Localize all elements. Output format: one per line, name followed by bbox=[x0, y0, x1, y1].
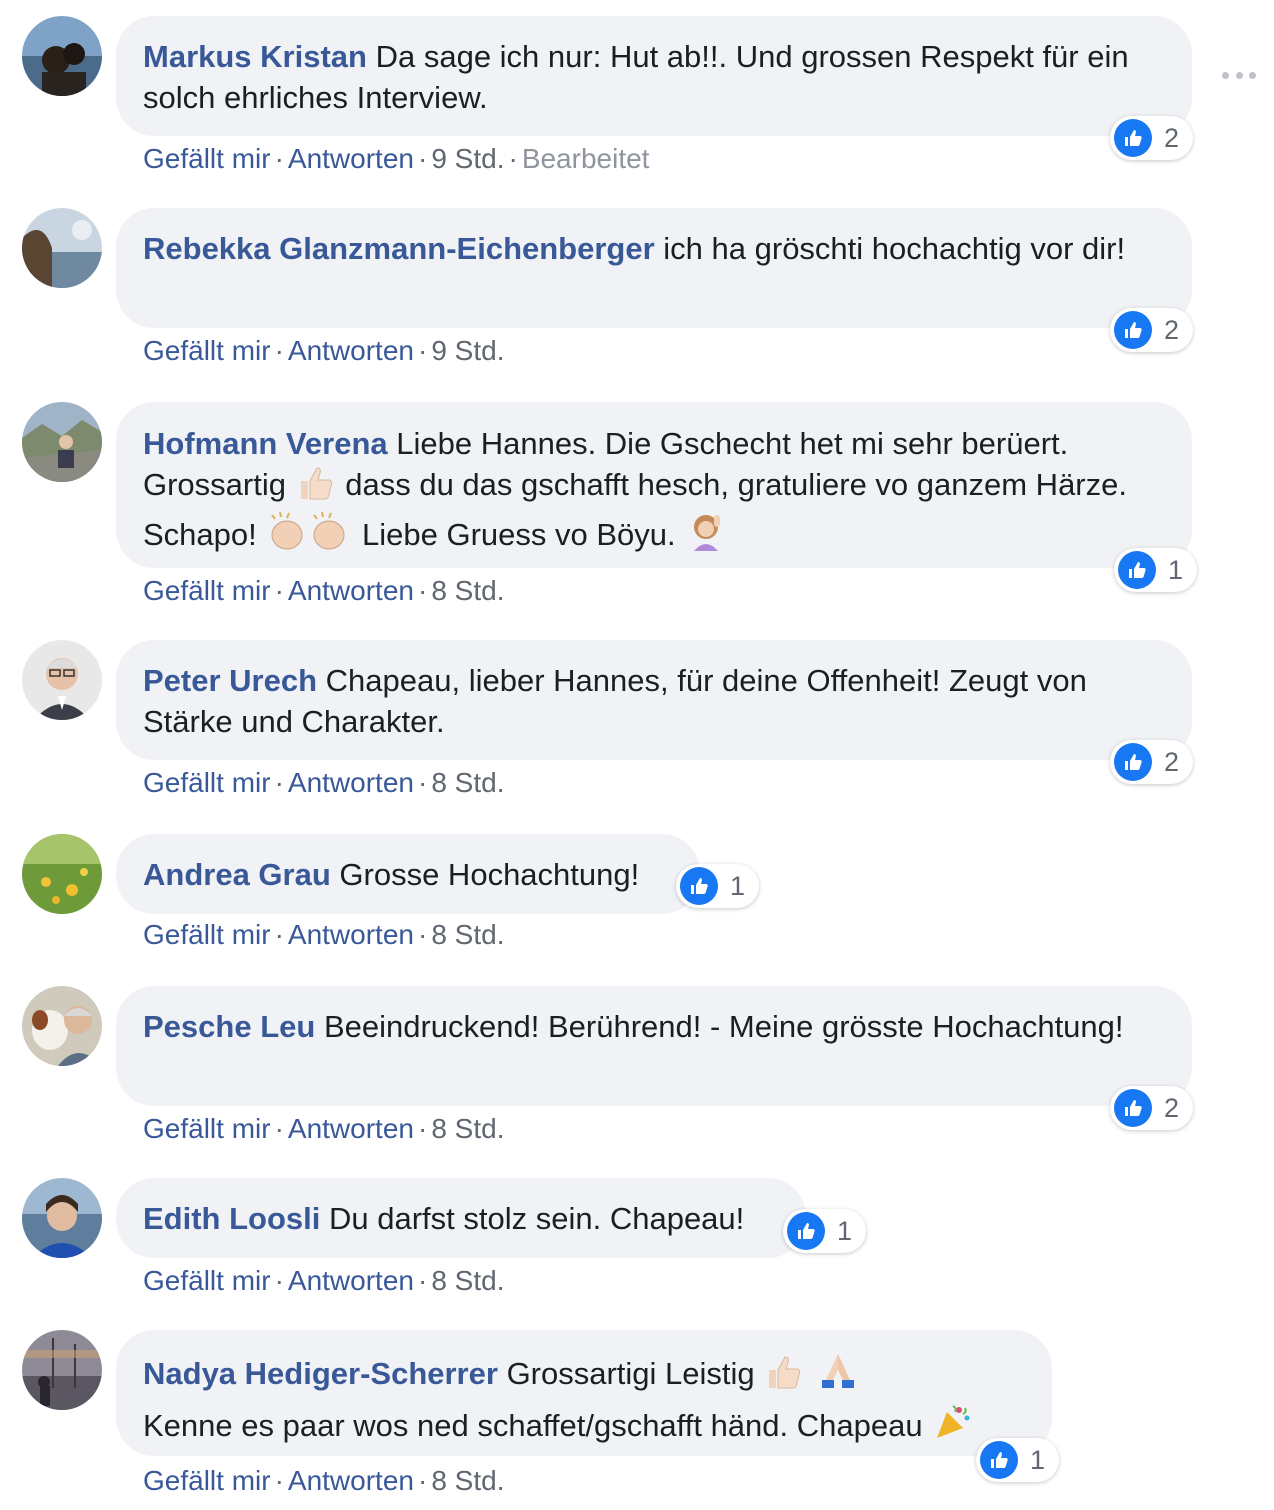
edited-label[interactable]: Bearbeitet bbox=[522, 143, 650, 174]
party-popper-emoji bbox=[933, 1402, 973, 1454]
like-link[interactable]: Gefällt mir bbox=[143, 1265, 271, 1296]
like-icon bbox=[1114, 1089, 1152, 1127]
reaction-count: 1 bbox=[837, 1215, 853, 1246]
comment-actions: Gefällt mir · Antworten · 8 Std. bbox=[143, 1265, 505, 1296]
like-icon bbox=[1114, 743, 1152, 781]
comment-actions: Gefällt mir · Antworten · 8 Std. bbox=[143, 767, 505, 798]
comment-bubble: Edith Loosli Du darfst stolz sein. Chape… bbox=[116, 1178, 806, 1258]
timestamp[interactable]: 8 Std. bbox=[431, 1113, 504, 1144]
like-icon bbox=[1114, 311, 1152, 349]
reaction-summary[interactable]: 2 bbox=[1110, 308, 1194, 352]
like-link[interactable]: Gefällt mir bbox=[143, 335, 271, 366]
avatar[interactable] bbox=[22, 986, 102, 1066]
reaction-count: 2 bbox=[1164, 1092, 1180, 1123]
comment-actions: Gefällt mir · Antworten · 8 Std. bbox=[143, 1465, 505, 1496]
timestamp[interactable]: 8 Std. bbox=[431, 767, 504, 798]
comment-text: ich ha gröschti hochachtig vor dir! bbox=[663, 231, 1126, 266]
comment-text: Liebe Gruess vo Böyu. bbox=[362, 517, 676, 552]
reaction-count: 1 bbox=[730, 870, 746, 901]
thumbs-up-emoji bbox=[765, 1354, 803, 1402]
timestamp[interactable]: 9 Std. bbox=[431, 143, 504, 174]
reaction-summary[interactable]: 2 bbox=[1110, 116, 1194, 160]
like-icon bbox=[1114, 119, 1152, 157]
reaction-count: 2 bbox=[1164, 314, 1180, 345]
comment-actions: Gefällt mir · Antworten · 9 Std. · Bearbeitet bbox=[143, 143, 650, 174]
more-options-icon[interactable] bbox=[1222, 68, 1256, 82]
reaction-summary[interactable]: 1 bbox=[676, 864, 760, 908]
like-link[interactable]: Gefällt mir bbox=[143, 575, 271, 606]
reply-link[interactable]: Antworten bbox=[288, 575, 414, 606]
like-icon bbox=[680, 867, 718, 905]
thumbs-up-emoji bbox=[297, 465, 335, 511]
comment-bubble: Markus Kristan Da sage ich nur: Hut ab!!… bbox=[116, 16, 1192, 136]
comment-bubble: Andrea Grau Grosse Hochachtung! bbox=[116, 834, 700, 914]
reaction-summary[interactable]: 1 bbox=[783, 1209, 867, 1253]
avatar[interactable] bbox=[22, 1178, 102, 1258]
comment-author[interactable]: Rebekka Glanzmann-Eichenberger bbox=[143, 231, 655, 266]
comment-bubble: Hofmann Verena Liebe Hannes. Die Gschech… bbox=[116, 402, 1192, 568]
like-icon bbox=[787, 1212, 825, 1250]
reply-link[interactable]: Antworten bbox=[288, 767, 414, 798]
folded-hands-emoji bbox=[816, 1350, 860, 1402]
reaction-count: 2 bbox=[1164, 746, 1180, 777]
comment-actions: Gefällt mir · Antworten · 9 Std. bbox=[143, 335, 505, 366]
avatar[interactable] bbox=[22, 834, 102, 914]
comment-author[interactable]: Nadya Hediger-Scherrer bbox=[143, 1356, 498, 1391]
like-link[interactable]: Gefällt mir bbox=[143, 1465, 271, 1496]
comment-text: Du darfst stolz sein. Chapeau! bbox=[329, 1201, 745, 1236]
avatar[interactable] bbox=[22, 402, 102, 482]
comment-author[interactable]: Andrea Grau bbox=[143, 857, 331, 892]
reply-link[interactable]: Antworten bbox=[288, 143, 414, 174]
comment-author[interactable]: Markus Kristan bbox=[143, 39, 367, 74]
comment-bubble: Pesche Leu Beeindruckend! Berührend! - M… bbox=[116, 986, 1192, 1106]
avatar[interactable] bbox=[22, 208, 102, 288]
timestamp[interactable]: 8 Std. bbox=[431, 1465, 504, 1496]
clapping-hands-emoji bbox=[267, 511, 351, 561]
comment-bubble: Peter Urech Chapeau, lieber Hannes, für … bbox=[116, 640, 1192, 760]
like-icon bbox=[1118, 551, 1156, 589]
comment-text: Beeindruckend! Berührend! - Meine grösst… bbox=[323, 1009, 1124, 1044]
avatar[interactable] bbox=[22, 16, 102, 96]
like-link[interactable]: Gefällt mir bbox=[143, 767, 271, 798]
timestamp[interactable]: 9 Std. bbox=[431, 335, 504, 366]
reaction-summary[interactable]: 1 bbox=[1114, 548, 1198, 592]
like-icon bbox=[980, 1441, 1018, 1479]
reply-link[interactable]: Antworten bbox=[288, 1465, 414, 1496]
comment-author[interactable]: Pesche Leu bbox=[143, 1009, 315, 1044]
comment-author[interactable]: Peter Urech bbox=[143, 663, 317, 698]
reply-link[interactable]: Antworten bbox=[288, 919, 414, 950]
like-link[interactable]: Gefällt mir bbox=[143, 919, 271, 950]
reply-link[interactable]: Antworten bbox=[288, 1265, 414, 1296]
comment-text: Grosse Hochachtung! bbox=[339, 857, 640, 892]
like-link[interactable]: Gefällt mir bbox=[143, 1113, 271, 1144]
comment-author[interactable]: Hofmann Verena bbox=[143, 426, 388, 461]
comment-text: Kenne es paar wos ned schaffet/gschafft … bbox=[143, 1408, 923, 1443]
reaction-count: 1 bbox=[1168, 554, 1184, 585]
comment-actions: Gefällt mir · Antworten · 8 Std. bbox=[143, 1113, 505, 1144]
reaction-summary[interactable]: 2 bbox=[1110, 1086, 1194, 1130]
timestamp[interactable]: 8 Std. bbox=[431, 1265, 504, 1296]
reply-link[interactable]: Antworten bbox=[288, 335, 414, 366]
comment-text: Grossartigi Leistig bbox=[506, 1356, 755, 1391]
avatar[interactable] bbox=[22, 640, 102, 720]
reply-link[interactable]: Antworten bbox=[288, 1113, 414, 1144]
timestamp[interactable]: 8 Std. bbox=[431, 919, 504, 950]
waving-woman-emoji bbox=[686, 511, 726, 561]
reaction-count: 1 bbox=[1030, 1444, 1046, 1475]
timestamp[interactable]: 8 Std. bbox=[431, 575, 504, 606]
like-link[interactable]: Gefällt mir bbox=[143, 143, 271, 174]
reaction-summary[interactable]: 1 bbox=[976, 1438, 1060, 1482]
comment-bubble: Rebekka Glanzmann-Eichenberger ich ha gr… bbox=[116, 208, 1192, 328]
comment-author[interactable]: Edith Loosli bbox=[143, 1201, 320, 1236]
comment-actions: Gefällt mir · Antworten · 8 Std. bbox=[143, 575, 505, 606]
reaction-summary[interactable]: 2 bbox=[1110, 740, 1194, 784]
avatar[interactable] bbox=[22, 1330, 102, 1410]
comment-actions: Gefällt mir · Antworten · 8 Std. bbox=[143, 919, 505, 950]
reaction-count: 2 bbox=[1164, 122, 1180, 153]
comment-bubble: Nadya Hediger-Scherrer Grossartigi Leist… bbox=[116, 1330, 1052, 1456]
